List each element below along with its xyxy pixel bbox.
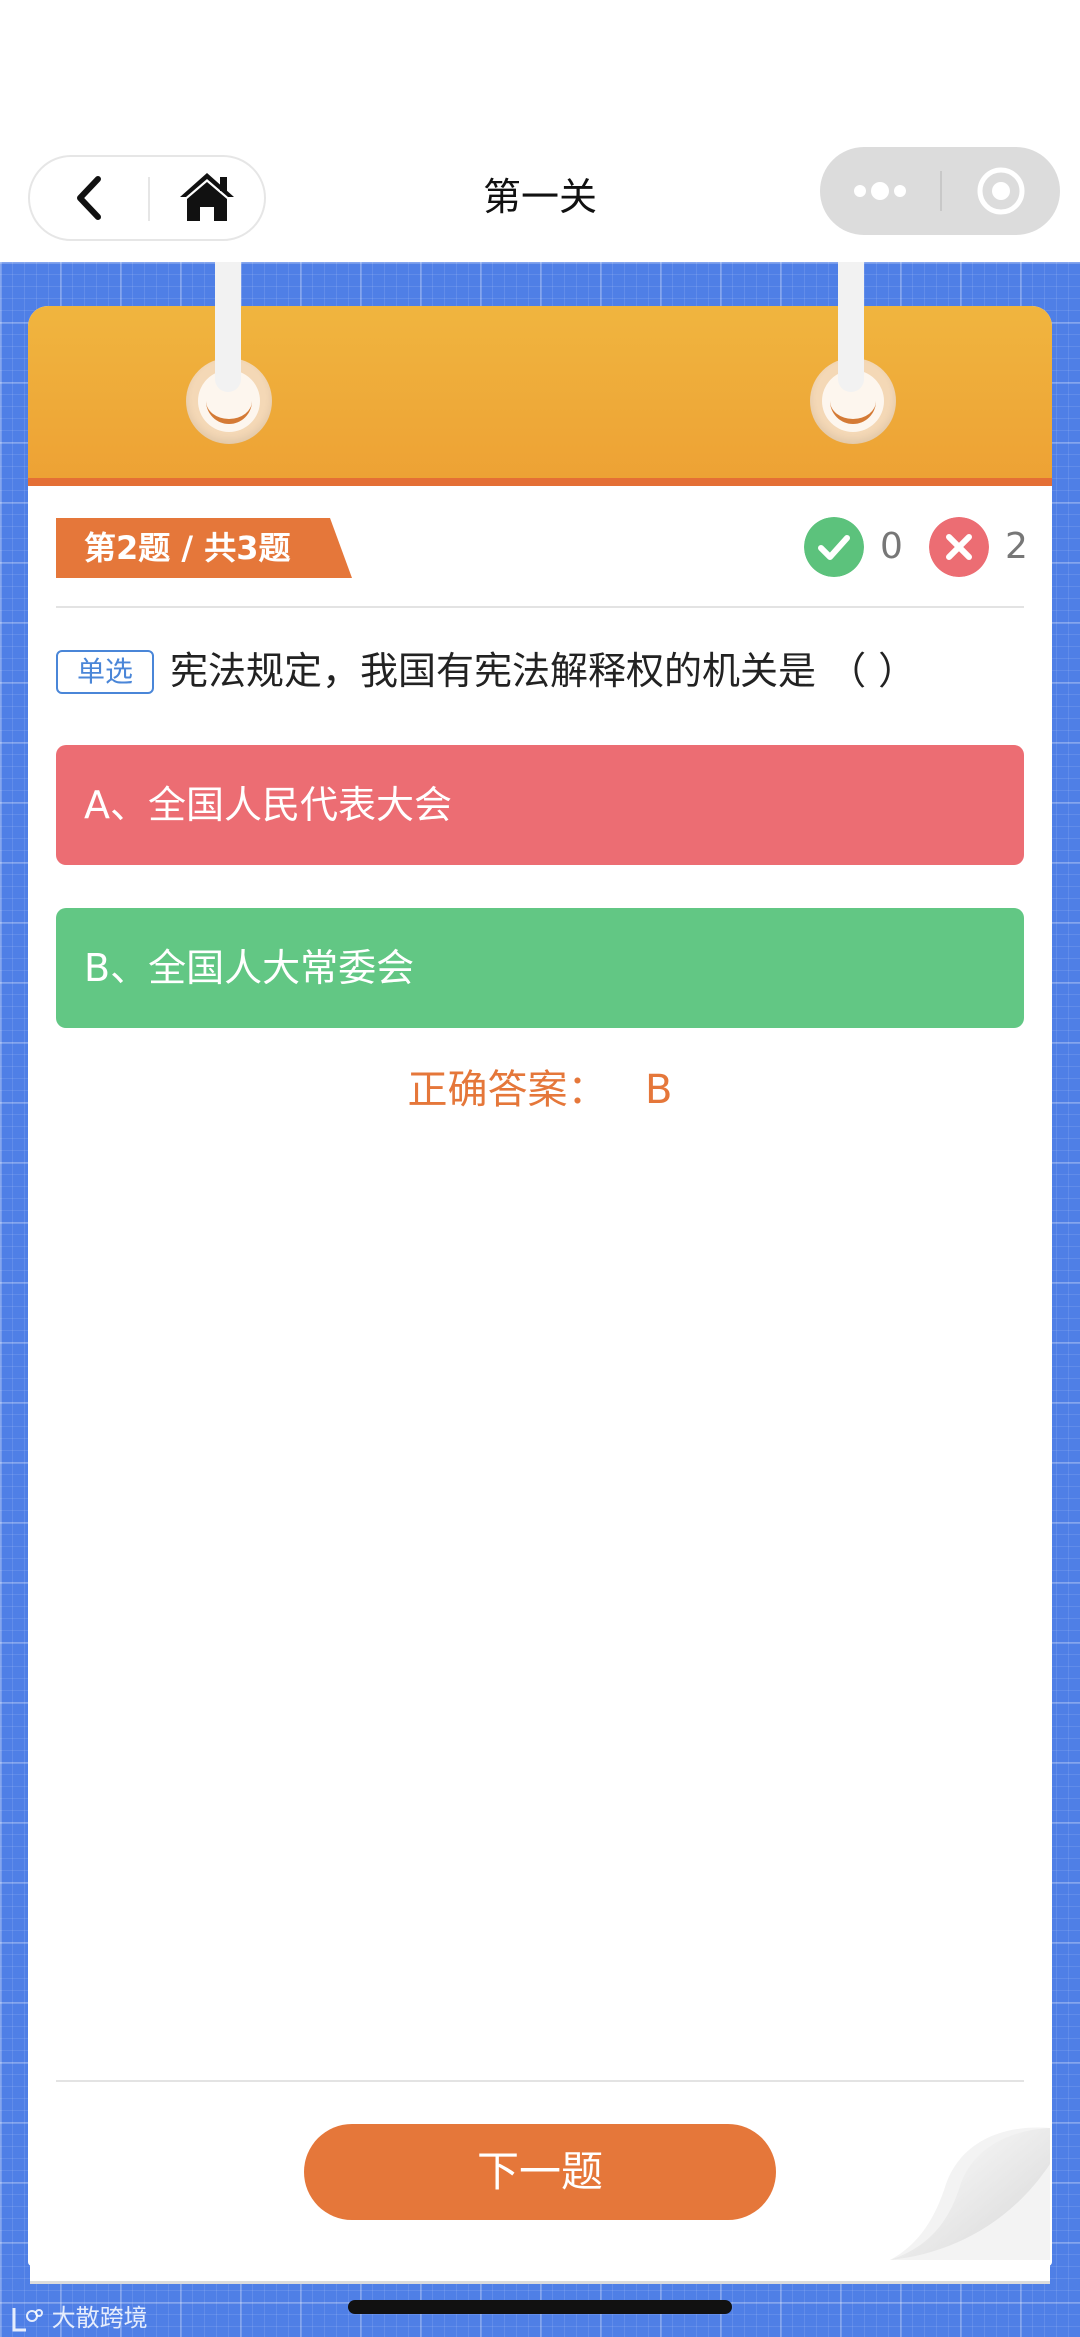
page-title: 第一关 [482, 175, 597, 219]
cross-icon [929, 517, 989, 577]
home-icon [180, 173, 234, 221]
more-dots-icon [854, 182, 906, 200]
page-curl-decoration [890, 2127, 1050, 2260]
option-a[interactable]: A、全国人民代表大会 [56, 745, 1024, 865]
question-text: 宪法规定，我国有宪法解释权的机关是 （ ） [170, 649, 917, 693]
more-button[interactable] [820, 147, 938, 235]
nav-capsule-left [28, 155, 266, 241]
target-circle-icon [977, 167, 1025, 215]
status-bar-area [0, 0, 1080, 140]
watermark-text: 大散跨境 [51, 2304, 148, 2332]
binder-rod-left [215, 262, 241, 392]
home-indicator [348, 2300, 732, 2314]
wrong-count: 2 [1005, 526, 1028, 567]
check-icon [804, 517, 864, 577]
watermark-logo-icon [12, 2308, 43, 2332]
question-progress-label: 第2题 / 共3题 [84, 529, 291, 567]
correct-answer-value: B [644, 1067, 673, 1113]
binder-rod-right [838, 262, 864, 392]
correct-answer-label: 正确答案： [407, 1067, 608, 1113]
card-stack-edge [30, 2270, 1050, 2284]
correct-count: 0 [880, 526, 903, 567]
home-button[interactable] [150, 157, 264, 239]
footer-divider [56, 2080, 1024, 2082]
question-type-badge: 单选 [56, 650, 154, 694]
correct-answer: 正确答案： B [200, 1060, 880, 1120]
back-button[interactable] [30, 157, 148, 239]
card-header [28, 306, 1052, 486]
header-divider [56, 606, 1024, 608]
quiz-card [28, 306, 1052, 2266]
card-header-stripe [28, 478, 1052, 486]
nav-capsule-right [820, 147, 1060, 235]
option-b[interactable]: B、全国人大常委会 [56, 908, 1024, 1028]
chevron-left-icon [77, 176, 101, 220]
watermark: 大散跨境 [8, 2300, 148, 2336]
question-progress-tag: 第2题 / 共3题 [56, 518, 352, 578]
close-miniprogram-button[interactable] [942, 147, 1060, 235]
next-question-button[interactable]: 下一题 [304, 2124, 776, 2220]
